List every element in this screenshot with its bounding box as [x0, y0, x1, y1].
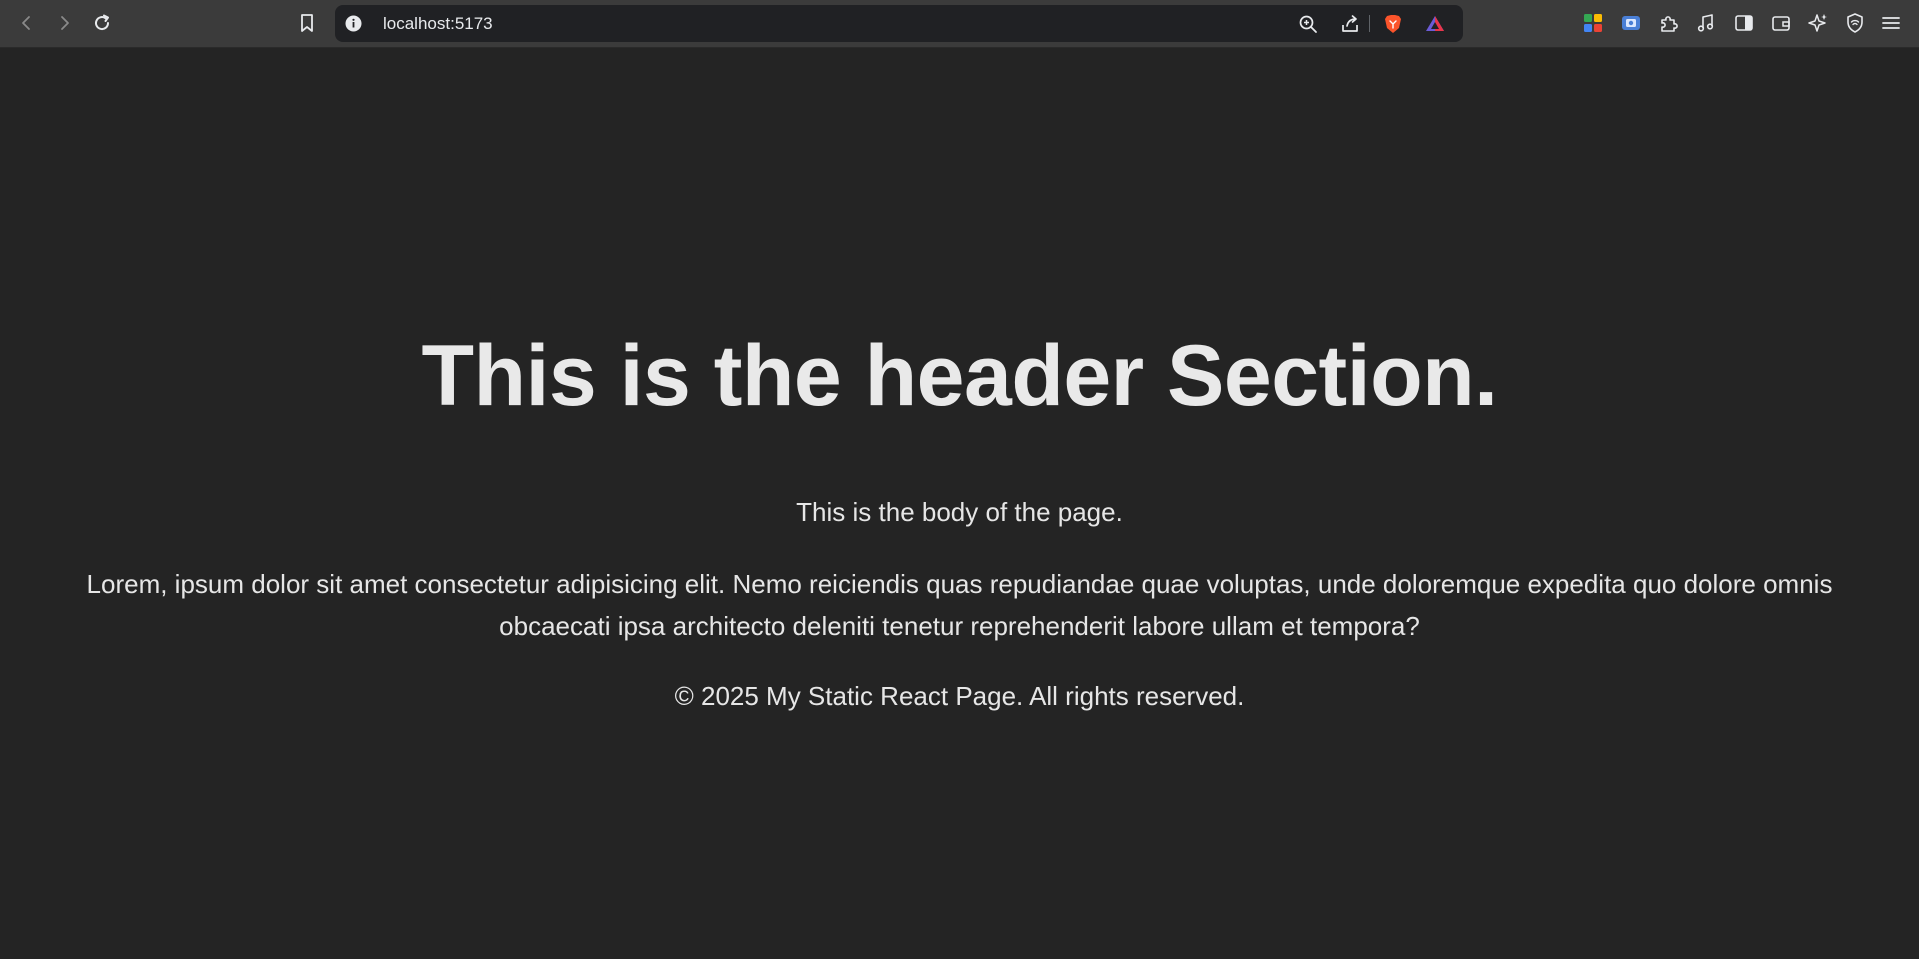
body-intro-text: This is the body of the page. [796, 497, 1123, 527]
lorem-paragraph: Lorem, ipsum dolor sit amet consectetur … [86, 569, 1833, 641]
page-content: This is the header Section. This is the … [0, 48, 1919, 959]
browser-toolbar: localhost:5173 [0, 0, 1919, 48]
page-title: This is the header Section. [421, 328, 1498, 424]
bookmark-icon[interactable] [294, 10, 320, 36]
zoom-icon[interactable] [1297, 13, 1319, 35]
leo-ai-icon[interactable] [1805, 10, 1831, 36]
share-icon[interactable] [1339, 13, 1361, 35]
extensions-puzzle-icon[interactable] [1656, 10, 1682, 36]
menu-icon[interactable] [1878, 10, 1904, 36]
footer-text: © 2025 My Static React Page. All rights … [674, 681, 1245, 711]
url-text[interactable]: localhost:5173 [383, 14, 493, 34]
screen-capture-icon[interactable] [1618, 10, 1644, 36]
chevron-left-icon[interactable] [14, 10, 40, 36]
sidebar-icon[interactable] [1731, 10, 1757, 36]
brave-shield-icon[interactable] [1382, 13, 1404, 35]
music-icon[interactable] [1693, 10, 1719, 36]
site-info-icon[interactable] [345, 15, 362, 32]
sheets-extension-icon[interactable] [1580, 10, 1606, 36]
reload-icon[interactable] [89, 10, 115, 36]
wallet-icon[interactable] [1768, 10, 1794, 36]
vpn-icon[interactable] [1842, 10, 1868, 36]
address-bar[interactable]: localhost:5173 [335, 5, 1463, 42]
chevron-right-icon[interactable] [51, 10, 77, 36]
url-separator [1369, 15, 1370, 32]
brave-rewards-icon[interactable] [1424, 13, 1446, 35]
